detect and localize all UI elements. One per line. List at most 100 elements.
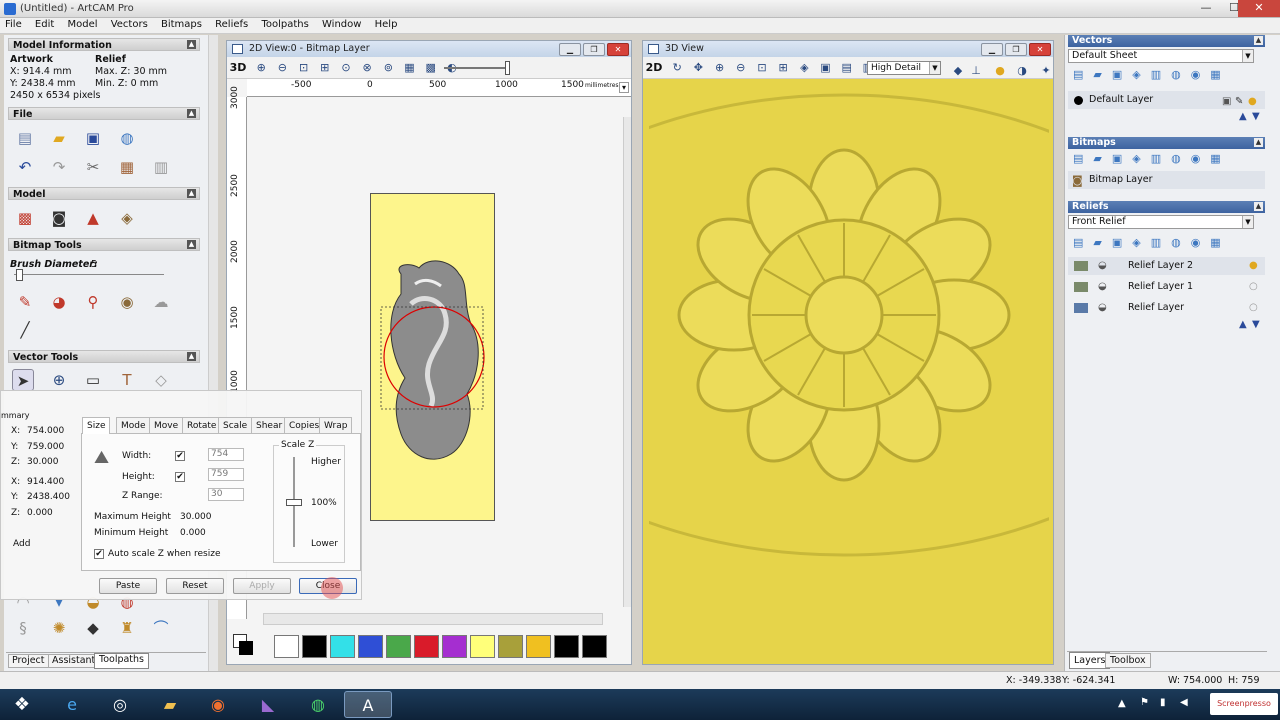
settings-icon[interactable]: ✦ [1037, 60, 1055, 79]
paste-button[interactable]: Paste [99, 578, 157, 594]
palette-swatch-9[interactable] [498, 635, 523, 658]
relief-dropdown[interactable]: Front Relief ▼ [1068, 215, 1254, 229]
palette-swatch-12[interactable] [582, 635, 607, 658]
visibility-icon[interactable]: ○ [1249, 278, 1258, 296]
move-layer-up-icon[interactable]: ▲ [1239, 111, 1247, 122]
width-input[interactable]: 754 [208, 448, 244, 461]
new-model-icon[interactable]: ▤ [14, 127, 36, 149]
shape-tool-icon[interactable]: ◇ [150, 369, 172, 391]
zoom-in-icon[interactable]: ⊕ [253, 60, 269, 76]
restore-view-button[interactable]: ❐ [583, 43, 605, 56]
close-view-button[interactable]: ✕ [607, 43, 629, 56]
minimize-button[interactable]: — [1192, 0, 1220, 17]
collapse-icon[interactable]: ▲ [187, 109, 196, 118]
cut-icon[interactable]: ✂ [82, 156, 104, 178]
vector-tools-header[interactable]: Vector Tools ▲ [8, 350, 200, 363]
zoom-out-icon[interactable]: ⊖ [274, 60, 290, 76]
visibility-icon[interactable]: ○ [1249, 299, 1258, 317]
zoom-fit-icon[interactable]: ⊞ [775, 60, 791, 76]
tab-assistant[interactable]: Assistant [48, 654, 100, 668]
menu-file[interactable]: File [0, 18, 27, 31]
tab-move[interactable]: Move [149, 417, 184, 433]
start-button-icon[interactable]: ❖ [2, 691, 42, 718]
open-folder-icon[interactable]: ▰ [48, 127, 70, 149]
tab-toolbox[interactable]: Toolbox [1105, 653, 1151, 668]
create-relief-icon[interactable]: ▲ [82, 207, 104, 229]
collapse-icon[interactable]: ▲ [187, 189, 196, 198]
palette-swatch-11[interactable] [554, 635, 579, 658]
shading-icon[interactable]: ◆ [949, 60, 967, 79]
import-image-icon[interactable]: ◈ [116, 207, 138, 229]
bitmaps-header[interactable]: Bitmaps ▲ [1068, 137, 1265, 149]
colour-selector-icon[interactable] [233, 634, 253, 656]
zrange-input[interactable]: 30 [208, 488, 244, 501]
arch-icon[interactable]: ⌒ [150, 617, 172, 639]
bitmap-sheet[interactable] [370, 193, 495, 521]
visibility-icon[interactable]: ● [1249, 257, 1258, 275]
bitmap-layer-row[interactable]: ◙ Bitmap Layer [1068, 171, 1265, 189]
blend-slider-thumb[interactable] [505, 61, 510, 75]
tab-project[interactable]: Project [8, 654, 49, 668]
bitmap-tools-header[interactable]: Bitmap Tools ▲ [8, 238, 200, 251]
tray-up-icon[interactable]: ▲ [1118, 698, 1126, 709]
menu-window[interactable]: Window [317, 18, 366, 31]
relief-layer-row[interactable]: ◒ Relief Layer 2 ● [1068, 257, 1265, 275]
light-bulb-icon[interactable]: ● [991, 60, 1009, 79]
pan-icon[interactable]: ✥ [690, 60, 706, 76]
add-button[interactable]: Add [13, 539, 30, 549]
ruler-units-dropdown[interactable]: ▾ [619, 82, 629, 93]
reset-button[interactable]: Reset [166, 578, 224, 594]
vector-layer-row[interactable]: Default Layer ▣ ✎ ● [1068, 91, 1265, 109]
2d-vertical-scrollbar[interactable] [623, 117, 631, 607]
file-section-header[interactable]: File ▲ [8, 107, 200, 120]
rectangle-icon[interactable]: ▭ [82, 369, 104, 391]
vectors-header[interactable]: Vectors ▲ [1068, 35, 1265, 47]
menu-help[interactable]: Help [370, 18, 403, 31]
visual-studio-icon[interactable]: ◣ [248, 691, 288, 718]
detail-dropdown[interactable]: High Detail ▼ [867, 61, 941, 75]
visibility-icon[interactable]: ● [1248, 93, 1257, 111]
height-checkbox[interactable]: ✔ [175, 472, 185, 482]
save-icon[interactable]: ▣ [82, 127, 104, 149]
model-section-header[interactable]: Model ▲ [8, 187, 200, 200]
collapse-icon[interactable]: ▲ [187, 240, 196, 249]
tab-wrap[interactable]: Wrap [319, 417, 353, 433]
width-checkbox[interactable]: ✔ [175, 451, 185, 461]
scale-z-thumb[interactable] [286, 499, 302, 506]
zoom-in-icon[interactable]: ⊕ [712, 60, 728, 76]
line-tool-icon[interactable]: ╱ [14, 319, 36, 341]
zoom-box-icon[interactable]: ⊡ [754, 60, 770, 76]
2d-horizontal-scrollbar[interactable] [263, 613, 603, 625]
extrude-icon[interactable]: ◆ [82, 617, 104, 639]
menu-reliefs[interactable]: Reliefs [210, 18, 253, 31]
save-as-icon[interactable]: ◍ [116, 127, 138, 149]
palette-swatch-7[interactable] [442, 635, 467, 658]
bitmap-tool-icon[interactable]: ◉ [116, 291, 138, 313]
model-information-header[interactable]: Model Information ▲ [8, 38, 200, 51]
side-view-icon[interactable]: ▤ [839, 60, 855, 76]
toggle-2d-button[interactable]: 2D [644, 60, 664, 76]
palette-swatch-3[interactable] [330, 635, 355, 658]
eyedropper-icon[interactable]: ⚲ [82, 291, 104, 313]
auto-scale-checkbox[interactable]: ✔ [94, 549, 104, 559]
tab-scale[interactable]: Scale [218, 417, 253, 433]
grid-icon[interactable]: ▩ [423, 60, 439, 76]
copy-icon[interactable]: ▦ [116, 156, 138, 178]
media-icon[interactable]: ◎ [100, 691, 140, 718]
file-explorer-icon[interactable]: ▰ [150, 691, 190, 718]
select-arrow-icon[interactable]: ➤ [12, 369, 34, 391]
zoom-previous-icon[interactable]: ⊙ [338, 60, 354, 76]
relief-combine-icon[interactable]: ◒ [1098, 257, 1107, 275]
menu-bitmaps[interactable]: Bitmaps [156, 18, 207, 31]
zoom-all-icon[interactable]: ⊗ [359, 60, 375, 76]
texture-icon[interactable]: ✺ [48, 617, 70, 639]
palette-swatch-2[interactable] [302, 635, 327, 658]
reliefs-header[interactable]: Reliefs ▲ [1068, 201, 1265, 213]
material-icon[interactable]: ◑ [1013, 60, 1031, 79]
height-input[interactable]: 759 [208, 468, 244, 481]
palette-swatch-1[interactable] [274, 635, 299, 658]
pencil-icon[interactable]: ✎ [1235, 93, 1243, 111]
move-layer-down-icon[interactable]: ▼ [1252, 319, 1260, 330]
iso-view-icon[interactable]: ◈ [796, 60, 812, 76]
undo-icon[interactable]: ↶ [14, 156, 36, 178]
